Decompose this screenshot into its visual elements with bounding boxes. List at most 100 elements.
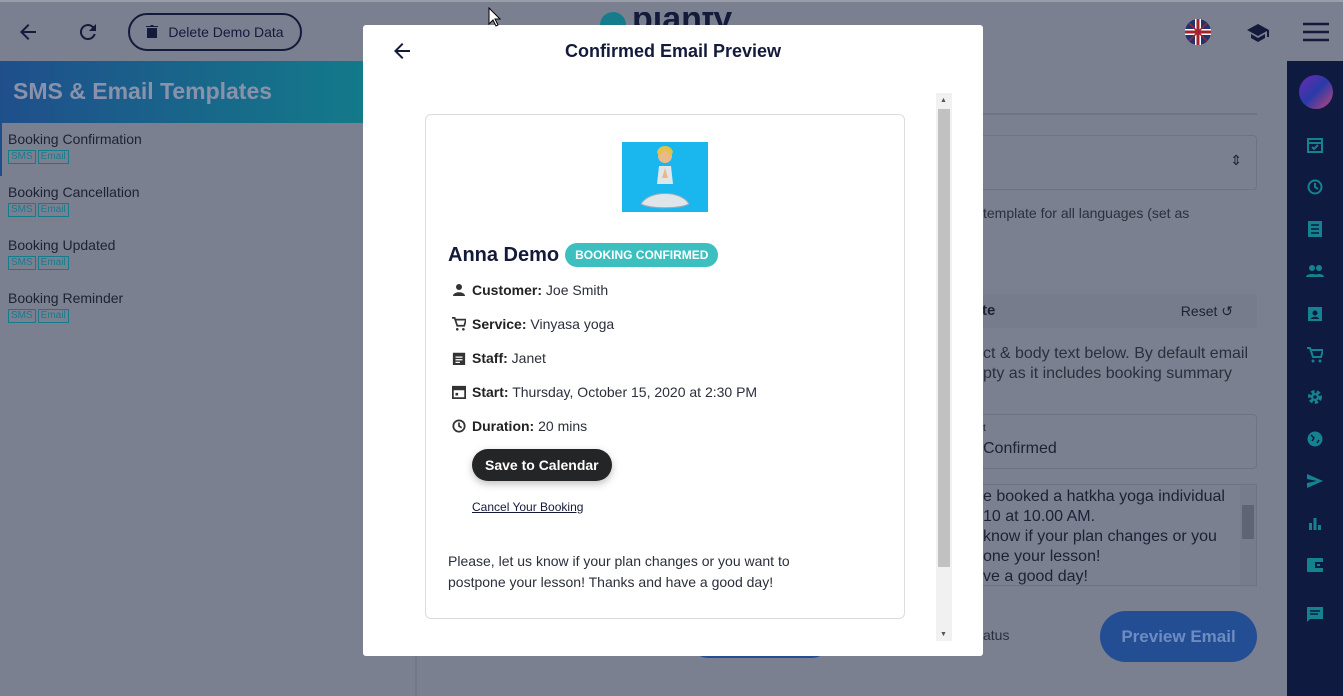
yoga-image: [622, 142, 708, 212]
detail-label: Staff:: [472, 350, 508, 366]
globe-icon[interactable]: [1305, 429, 1325, 449]
status-badge: BOOKING CONFIRMED: [565, 243, 719, 267]
email-card: Anna Demo BOOKING CONFIRMED Customer: Joe…: [425, 114, 905, 619]
template-label: Booking Confirmation: [8, 131, 142, 147]
clock-icon[interactable]: [1305, 177, 1325, 197]
clipboard-icon: [452, 352, 466, 365]
cancel-booking-link[interactable]: Cancel Your Booking: [472, 500, 583, 514]
templates-header: SMS & Email Templates: [0, 61, 363, 123]
reset-icon: ↺: [1221, 303, 1233, 319]
email-tag: Email: [37, 203, 69, 217]
email-tag: Email: [37, 309, 69, 323]
description: ct & body text below. By default email pt…: [983, 344, 1248, 384]
send-icon[interactable]: [1305, 471, 1325, 491]
wallet-icon[interactable]: [1305, 555, 1325, 575]
mouse-cursor-icon: [488, 7, 502, 27]
preview-scrollbar[interactable]: ▲ ▼: [936, 93, 952, 641]
academy-button[interactable]: [1240, 14, 1276, 50]
save-to-calendar-button[interactable]: Save to Calendar: [472, 449, 612, 481]
body-line: 10 at 10.00 AM.: [983, 508, 1096, 525]
body-line: one your lesson!: [983, 548, 1101, 565]
delete-demo-data-button[interactable]: Delete Demo Data: [128, 13, 302, 51]
status-label: atus: [983, 627, 1010, 643]
template-section-header: te Reset ↺: [960, 294, 1257, 328]
desc-line: pty as it includes booking summary: [983, 365, 1232, 382]
calendar-icon: [452, 385, 466, 399]
detail-staff: Staff: Janet: [452, 350, 546, 366]
body-line: know if your plan changes or you: [983, 528, 1217, 545]
subject-field[interactable]: t Confirmed: [960, 414, 1257, 469]
detail-value: Thursday, October 15, 2020 at 2:30 PM: [512, 384, 758, 400]
email-tag: Email: [37, 256, 69, 270]
body-line: e booked a hatkha yoga individual: [983, 488, 1225, 505]
language-flag-uk[interactable]: [1180, 14, 1216, 50]
person-icon: [453, 284, 465, 296]
business-name-row: Anna Demo BOOKING CONFIRMED: [448, 243, 719, 267]
email-tag: Email: [37, 150, 69, 164]
back-button[interactable]: [10, 14, 46, 50]
email-message: Please, let us know if your plan changes…: [448, 553, 790, 590]
sms-tag: SMS: [8, 309, 36, 323]
language-note: template for all languages (set as: [983, 205, 1190, 221]
detail-value: Vinyasa yoga: [530, 316, 615, 332]
sms-tag: SMS: [8, 203, 36, 217]
detail-start: Start: Thursday, October 15, 2020 at 2:3…: [452, 384, 757, 400]
template-item-booking-reminder[interactable]: Booking Reminder SMS Email: [0, 282, 363, 335]
detail-label: Customer:: [472, 282, 543, 298]
scroll-up-icon[interactable]: ▲: [940, 97, 947, 104]
updown-icon: ⇕: [1230, 152, 1242, 168]
template-label: Booking Updated: [8, 237, 116, 253]
body-line: ve a good day!: [983, 568, 1088, 585]
people-icon[interactable]: [1305, 261, 1325, 281]
hamburger-icon: [1303, 22, 1329, 42]
scrollbar-thumb[interactable]: [938, 109, 950, 567]
detail-value: Joe Smith: [545, 282, 609, 298]
desc-line: ct & body text below. By default email: [983, 345, 1249, 362]
sms-tag: SMS: [8, 256, 36, 270]
business-name: Anna Demo: [448, 243, 560, 266]
uk-flag-icon: [1185, 19, 1211, 45]
reset-button[interactable]: Reset ↺: [1181, 303, 1233, 320]
detail-service: Service: Vinyasa yoga: [452, 316, 614, 332]
textarea-scrollbar[interactable]: [1240, 485, 1256, 585]
detail-label: Duration:: [472, 418, 535, 434]
contact-badge-icon[interactable]: [1305, 303, 1325, 323]
preview-email-button[interactable]: Preview Email: [1100, 611, 1257, 662]
chat-icon[interactable]: [1305, 605, 1325, 625]
email-preview-modal: Confirmed Email Preview Anna Demo BOOKING…: [363, 25, 983, 656]
template-list: Booking Confirmation SMS Email Booking Can…: [0, 123, 363, 335]
cart-icon: [452, 317, 466, 331]
delete-label: Delete Demo Data: [168, 24, 284, 40]
graduation-cap-icon: [1247, 24, 1269, 42]
gear-icon[interactable]: [1305, 387, 1325, 407]
modal-title: Confirmed Email Preview: [564, 41, 782, 61]
avatar[interactable]: [1299, 75, 1333, 109]
template-label: Booking Cancellation: [8, 184, 140, 200]
divider: [983, 113, 1257, 115]
template-item-booking-updated[interactable]: Booking Updated SMS Email: [0, 229, 363, 282]
clock-icon: [452, 419, 466, 433]
scroll-down-icon[interactable]: ▼: [940, 631, 947, 638]
menu-button[interactable]: [1298, 14, 1334, 50]
template-label: Booking Reminder: [8, 290, 124, 306]
detail-duration: Duration: 20 mins: [452, 418, 587, 434]
body-textarea[interactable]: e booked a hatkha yoga individual 10 at 1…: [960, 484, 1257, 586]
bar-chart-icon[interactable]: [1305, 513, 1325, 533]
language-select[interactable]: ⇕: [960, 135, 1257, 190]
list-icon[interactable]: [1305, 219, 1325, 239]
sms-tag: SMS: [8, 150, 36, 164]
calendar-check-icon[interactable]: [1305, 135, 1325, 155]
detail-value: Janet: [511, 350, 546, 366]
template-item-booking-cancellation[interactable]: Booking Cancellation SMS Email: [0, 176, 363, 229]
refresh-icon: [79, 24, 96, 41]
detail-customer: Customer: Joe Smith: [452, 282, 608, 298]
refresh-button[interactable]: [70, 14, 106, 50]
detail-label: Start:: [472, 384, 509, 400]
cart-icon[interactable]: [1305, 345, 1325, 365]
arrow-left-icon: [20, 24, 36, 40]
template-item-booking-confirmation[interactable]: Booking Confirmation SMS Email: [0, 123, 363, 176]
right-nav: [1287, 61, 1343, 696]
subject-value: Confirmed: [983, 440, 1057, 457]
preview-scroll-area: Anna Demo BOOKING CONFIRMED Customer: Joe…: [425, 93, 953, 641]
detail-value: 20 mins: [538, 418, 588, 434]
